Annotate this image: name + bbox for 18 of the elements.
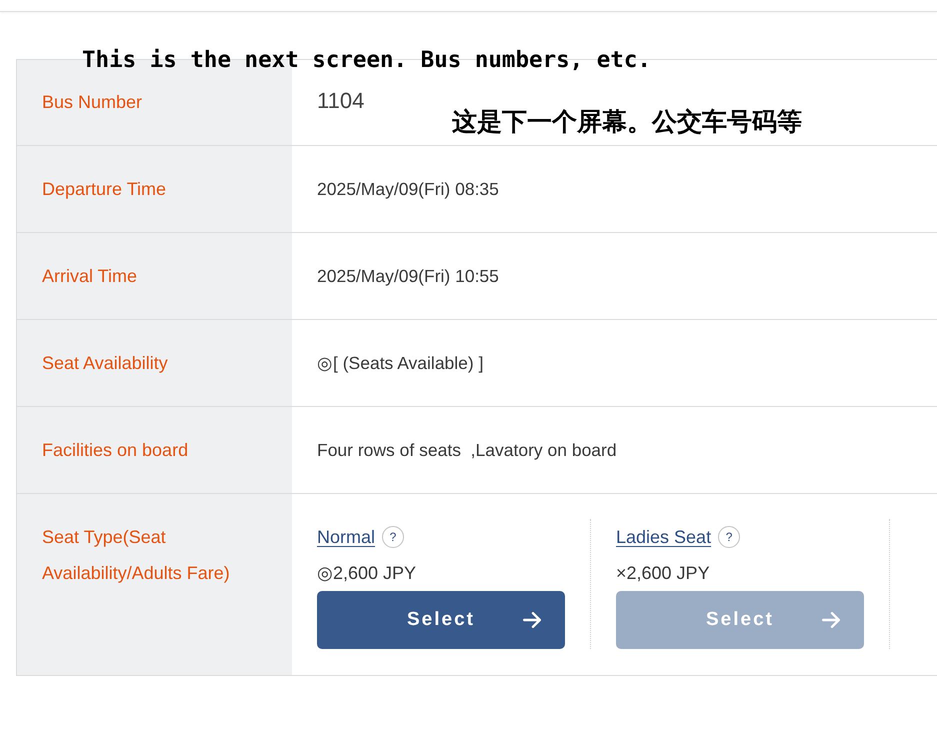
detail-label: Seat Availability [17, 320, 292, 406]
detail-label: Seat Type(Seat Availability/Adults Fare) [17, 494, 292, 675]
detail-value: 2025/May/09(Fri) 10:55 [317, 266, 499, 286]
detail-value: 1104 [317, 88, 364, 114]
detail-value: Four rows of seats ,Lavatory on board [317, 440, 617, 460]
detail-label: Facilities on board [17, 407, 292, 493]
detail-value: ◎[ (Seats Available) ] [317, 352, 484, 374]
arrow-right-icon [523, 612, 541, 628]
seat-type-link[interactable]: Normal [317, 526, 376, 548]
arrow-right-icon [822, 612, 840, 628]
detail-label: Arrival Time [17, 233, 292, 319]
annotation-text: 这是下一个屏幕。公交车号码等 [452, 106, 802, 138]
detail-value: 2025/May/09(Fri) 08:35 [317, 178, 499, 200]
seat-price: ×2,600 JPY [616, 562, 710, 584]
select-button[interactable]: Select [317, 591, 565, 649]
detail-label: Departure Time [17, 146, 292, 232]
seat-price: ◎2,600 JPY [317, 562, 416, 584]
help-badge[interactable]: ? [382, 526, 404, 548]
